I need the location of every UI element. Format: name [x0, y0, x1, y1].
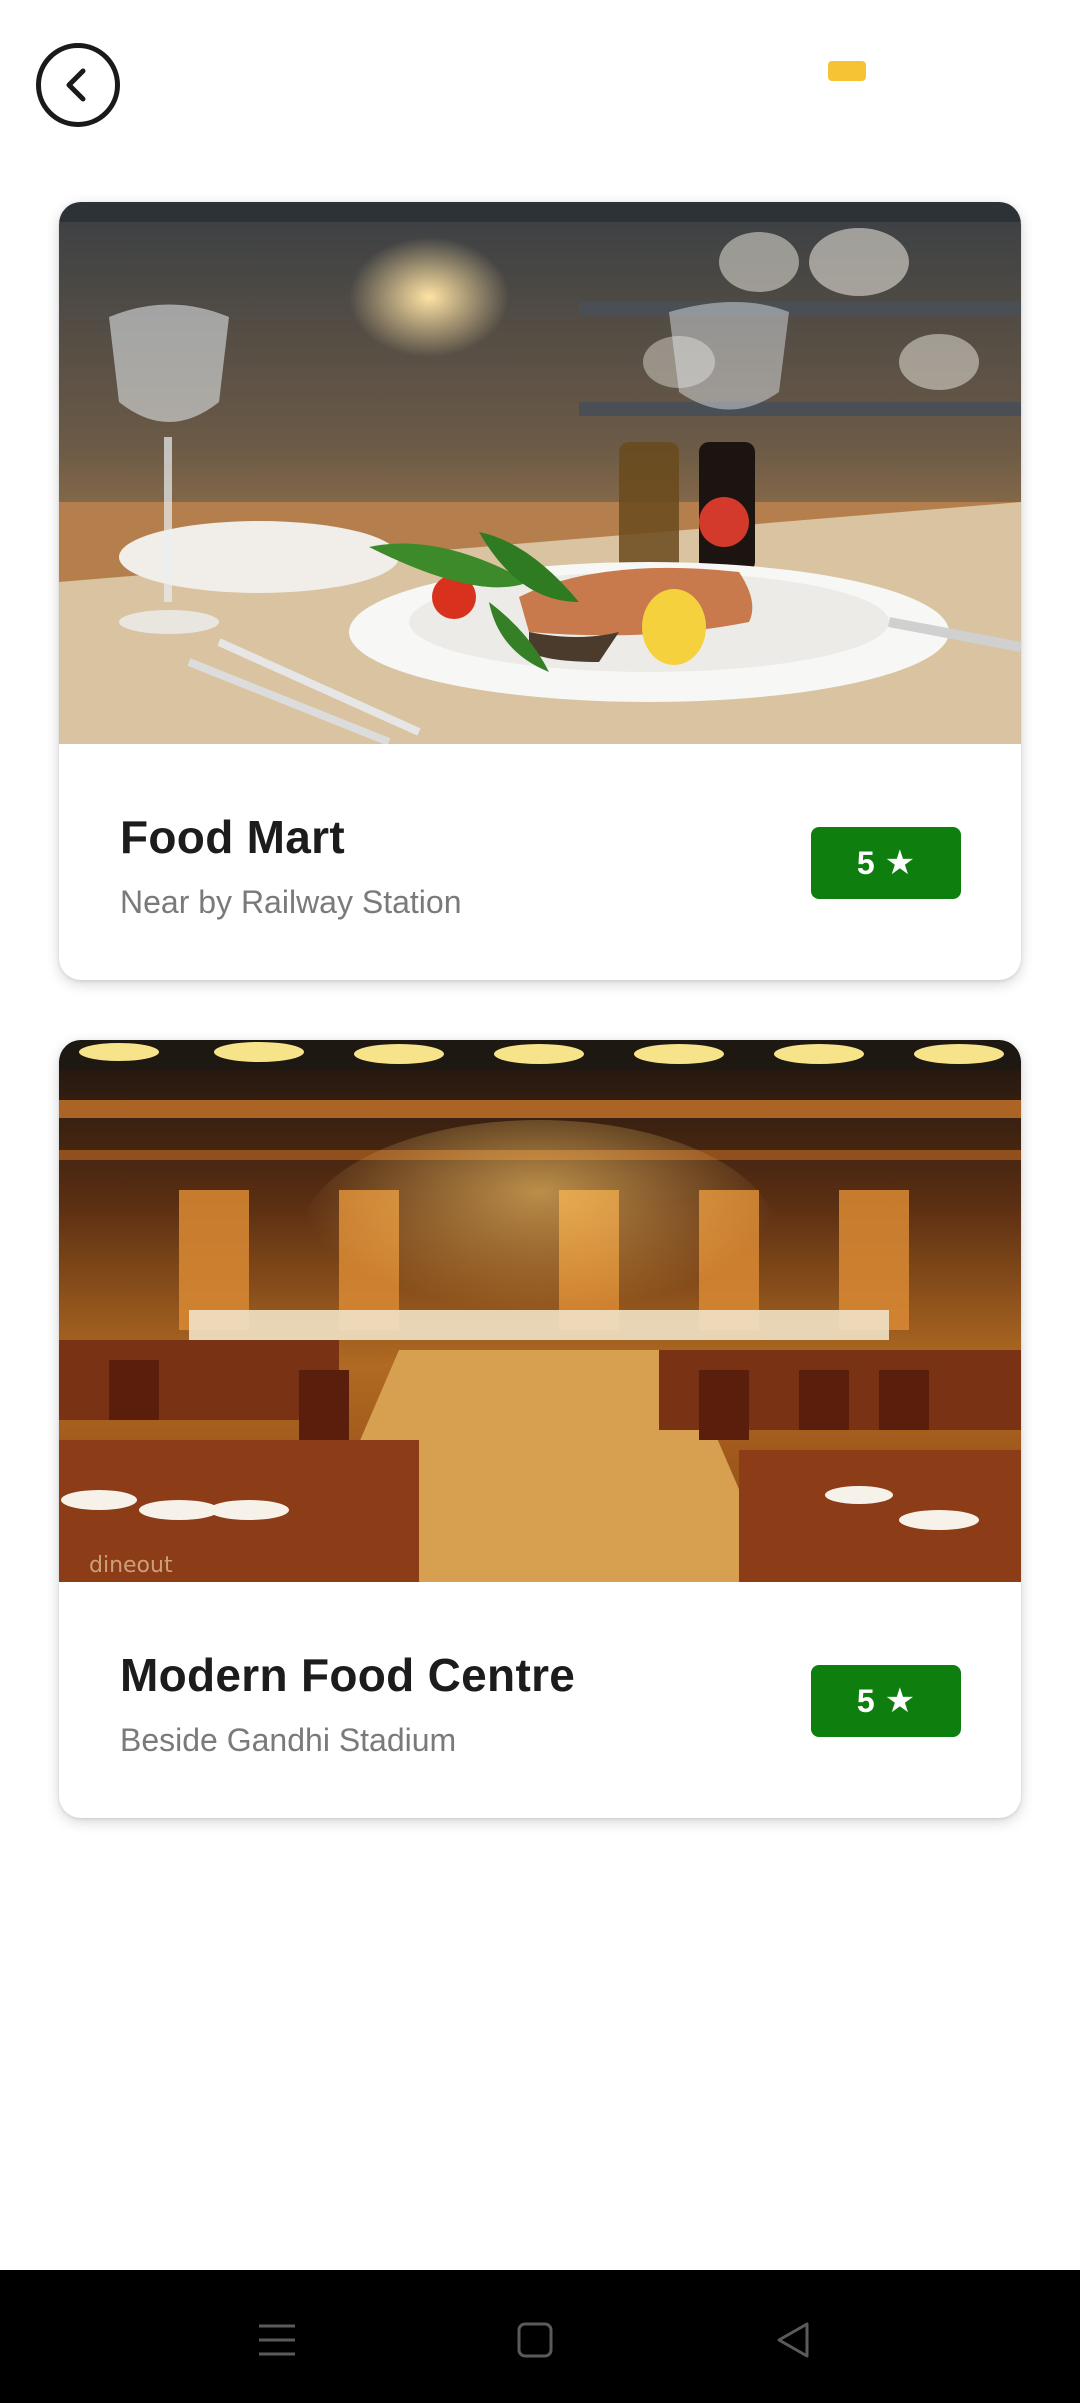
rating-value: 5: [856, 844, 875, 881]
system-nav-bar: [0, 2270, 1080, 2403]
restaurant-name: Food Mart: [120, 811, 345, 863]
restaurant-location: Near by Railway Station: [120, 884, 462, 920]
restaurant-name: Modern Food Centre: [120, 1649, 576, 1701]
screen: Food Mart Near by Railway Station 5 ★ di…: [0, 0, 1080, 2403]
status-indicator: [828, 61, 866, 81]
chevron-left-icon: [66, 68, 86, 102]
square-home-icon: [517, 2322, 553, 2358]
rating-value: 5: [856, 1682, 875, 1719]
star-icon: ★: [884, 1682, 916, 1720]
rating-badge: 5 ★: [811, 827, 961, 899]
card-body: Food Mart Near by Railway Station 5 ★: [59, 744, 1021, 980]
back-button[interactable]: [36, 43, 120, 127]
card-body: Modern Food Centre Beside Gandhi Stadium…: [59, 1582, 1021, 1818]
restaurant-image: [59, 202, 1021, 744]
svg-text:dineout: dineout: [89, 1553, 173, 1578]
restaurant-card[interactable]: Food Mart Near by Railway Station 5 ★: [59, 202, 1021, 980]
system-back-button[interactable]: [763, 2310, 823, 2370]
restaurant-card[interactable]: dineout Modern Food Centre Beside Gandhi…: [59, 1040, 1021, 1818]
rating-badge: 5 ★: [811, 1665, 961, 1737]
restaurant-image: dineout: [59, 1040, 1021, 1582]
restaurant-location: Beside Gandhi Stadium: [120, 1722, 457, 1758]
menu-icon: [259, 2324, 295, 2356]
menu-button[interactable]: [247, 2310, 307, 2370]
home-button[interactable]: [505, 2310, 565, 2370]
star-icon: ★: [884, 844, 916, 882]
triangle-back-icon: [777, 2322, 809, 2358]
